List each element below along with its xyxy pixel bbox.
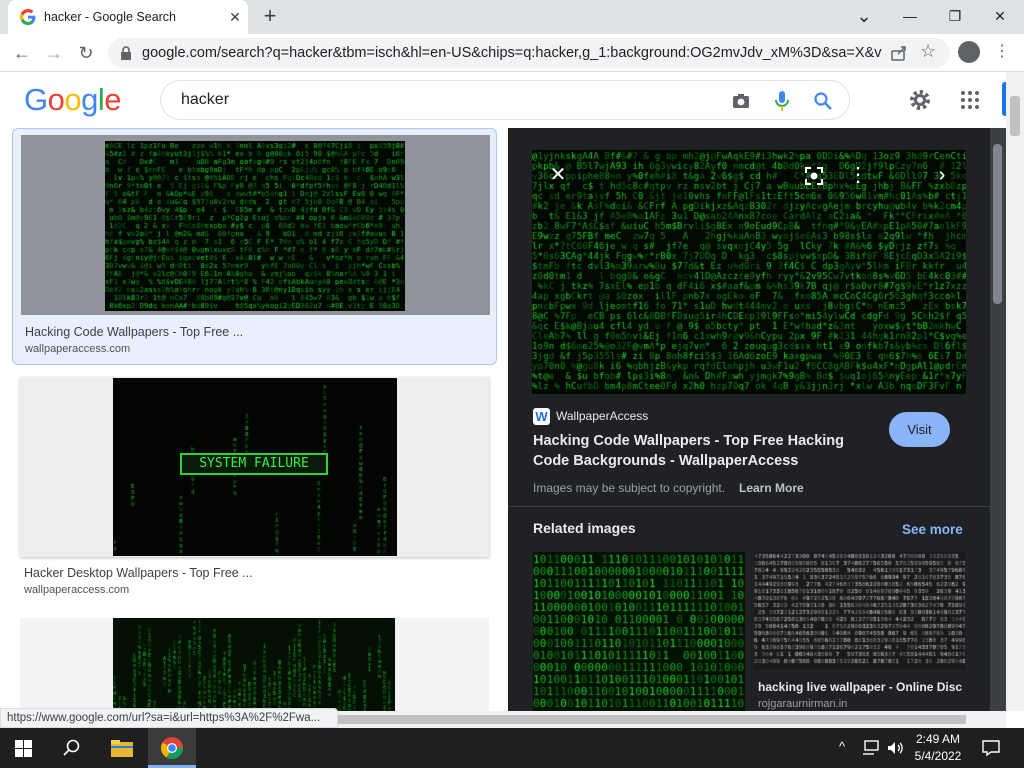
logo-letter: e xyxy=(104,82,122,117)
page-scrollbar[interactable] xyxy=(1006,72,1024,711)
tab-google-search[interactable]: hacker - Google Search ✕ xyxy=(8,0,248,34)
logo-letter: o xyxy=(64,82,82,117)
url-text[interactable]: google.com/search?q=hacker&tbm=isch&hl=e… xyxy=(142,45,882,61)
preview-scrollbar-thumb[interactable] xyxy=(993,144,1002,304)
minimize-button[interactable]: — xyxy=(890,4,930,28)
divider xyxy=(508,506,990,507)
related-image-1[interactable] xyxy=(533,552,745,711)
related-images-heading: Related images xyxy=(533,520,636,536)
preview-title[interactable]: Hacking Code Wallpapers - Top Free Hacki… xyxy=(533,431,883,471)
chrome-icon xyxy=(161,737,183,759)
windows-taskbar: ^ 2:49 AM 5/4/2022 xyxy=(0,728,1024,768)
google-header: Google hacker xyxy=(0,72,1024,128)
learn-more-link[interactable]: Learn More xyxy=(739,481,804,495)
result-3-image[interactable] xyxy=(113,618,395,711)
result-card-1[interactable]: Hacking Code Wallpapers - Top Free ... w… xyxy=(12,128,497,365)
share-icon[interactable] xyxy=(890,44,908,62)
search-box[interactable]: hacker xyxy=(160,80,850,120)
result-1-title[interactable]: Hacking Code Wallpapers - Top Free ... xyxy=(25,325,243,339)
image-results: Hacking Code Wallpapers - Top Free ... w… xyxy=(0,128,508,711)
tab-title: hacker - Google Search xyxy=(44,10,177,24)
close-window-button[interactable]: ✕ xyxy=(980,4,1020,28)
new-tab-button[interactable]: + xyxy=(258,5,282,29)
system-failure-banner: SYSTEM FAILURE xyxy=(180,453,328,475)
result-card-3[interactable] xyxy=(12,618,497,711)
search-input[interactable]: hacker xyxy=(181,91,229,109)
back-button[interactable]: ← xyxy=(10,41,34,65)
status-bar-url: https://www.google.com/url?sa=i&url=http… xyxy=(0,708,338,728)
logo-letter: G xyxy=(24,82,48,117)
google-apps-icon[interactable] xyxy=(960,90,980,110)
more-options-icon[interactable]: ⋮ xyxy=(844,161,872,189)
camera-search-icon[interactable] xyxy=(731,91,751,111)
result-2-title[interactable]: Hacker Desktop Wallpapers - Top Free ... xyxy=(24,566,253,580)
see-more-link[interactable]: See more xyxy=(902,522,963,537)
profile-avatar-icon[interactable] xyxy=(958,41,980,63)
tab-strip: hacker - Google Search ✕ + ⌄ — ❐ ✕ xyxy=(0,0,1024,34)
network-icon[interactable] xyxy=(862,740,880,756)
logo-letter: o xyxy=(47,82,65,117)
bookmark-star-icon[interactable]: ☆ xyxy=(920,41,936,62)
related-image-2[interactable] xyxy=(754,552,965,670)
related-2-title[interactable]: hacking live wallpaper - Online Disc... xyxy=(758,680,963,694)
site-favicon-icon: W xyxy=(533,408,550,425)
restore-button[interactable]: ❐ xyxy=(935,4,975,28)
search-icon[interactable] xyxy=(813,91,833,111)
close-preview-icon[interactable]: ✕ xyxy=(544,161,572,189)
logo-letter: g xyxy=(81,82,98,117)
result-1-image[interactable] xyxy=(105,141,405,311)
microphone-icon[interactable] xyxy=(774,89,790,113)
reload-button[interactable]: ↻ xyxy=(74,41,98,65)
result-card-2[interactable]: SYSTEM FAILURE Hacker Desktop Wallpapers… xyxy=(12,373,497,598)
google-favicon-icon xyxy=(20,9,36,25)
file-explorer-icon[interactable] xyxy=(110,738,134,758)
browser-toolbar: ← → ↻ google.com/search?q=hacker&tbm=isc… xyxy=(0,34,1024,72)
notifications-icon[interactable] xyxy=(982,739,1000,757)
related-2-source[interactable]: rojgaraurnirman.in xyxy=(758,698,847,710)
settings-gear-icon[interactable] xyxy=(908,88,932,112)
tab-close-icon[interactable]: ✕ xyxy=(226,8,244,26)
browser-menu-icon[interactable]: ⋮ xyxy=(992,40,1012,64)
clock-time: 2:49 AM xyxy=(915,732,961,746)
lock-icon xyxy=(121,46,131,60)
preview-panel: ✕ ⋮ › W WallpaperAccess Hacking Code Wal… xyxy=(508,128,990,711)
result-1-source[interactable]: wallpaperaccess.com xyxy=(25,343,130,355)
start-windows-icon[interactable] xyxy=(15,740,32,757)
forward-button[interactable]: → xyxy=(42,41,66,65)
google-logo[interactable]: Google xyxy=(24,82,122,118)
taskbar-search-icon[interactable] xyxy=(63,739,81,757)
next-image-icon[interactable]: › xyxy=(928,161,956,189)
result-2-source[interactable]: wallpaperaccess.com xyxy=(24,584,129,596)
preview-image[interactable] xyxy=(532,150,966,394)
address-bar[interactable]: google.com/search?q=hacker&tbm=isch&hl=e… xyxy=(108,38,950,68)
lens-icon[interactable] xyxy=(804,166,824,186)
clock-date: 5/4/2022 xyxy=(914,749,962,763)
chrome-taskbar-button[interactable] xyxy=(148,728,196,768)
page-scrollbar-thumb[interactable] xyxy=(1010,96,1020,136)
copyright-notice: Images may be subject to copyright. xyxy=(533,481,726,495)
site-name[interactable]: WallpaperAccess xyxy=(556,409,648,423)
tab-search-dropdown-icon[interactable]: ⌄ xyxy=(844,4,884,28)
volume-icon[interactable] xyxy=(886,739,904,757)
show-hidden-icons-icon[interactable]: ^ xyxy=(839,739,845,754)
taskbar-clock[interactable]: 2:49 AM 5/4/2022 xyxy=(906,731,970,765)
visit-button[interactable]: Visit xyxy=(889,412,950,447)
